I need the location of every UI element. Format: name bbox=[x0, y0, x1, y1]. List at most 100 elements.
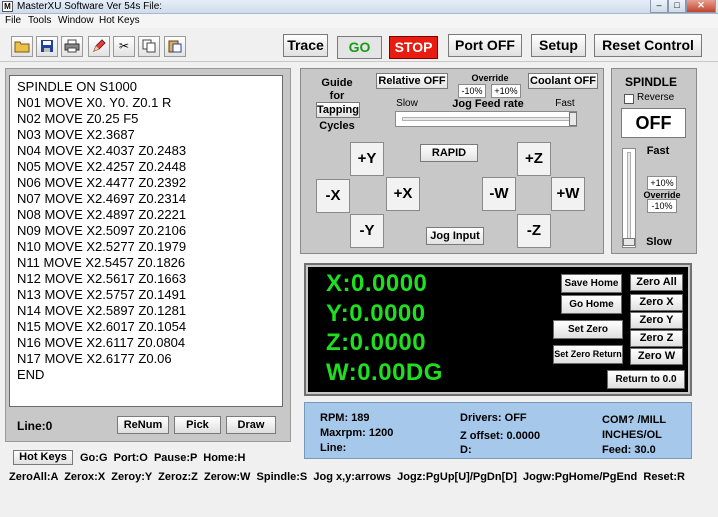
rapid-button[interactable]: RAPID bbox=[420, 144, 478, 162]
zero-z-button[interactable]: Zero Z bbox=[630, 330, 683, 347]
gcode-line: N13 MOVE X2.5757 Z0.1491 bbox=[17, 287, 187, 302]
menu-file[interactable]: File bbox=[5, 14, 21, 28]
gcode-line: N10 MOVE X2.5277 Z0.1979 bbox=[17, 239, 187, 254]
close-button[interactable]: ✕ bbox=[686, 0, 716, 13]
guide-for-label: Guide for bbox=[321, 77, 353, 102]
relative-off-button[interactable]: Relative OFF bbox=[376, 73, 448, 89]
jog-input-button[interactable]: Jog Input bbox=[426, 227, 484, 245]
zero-x-button[interactable]: Zero X bbox=[630, 294, 683, 311]
gcode-line: N16 MOVE X2.6117 Z0.0804 bbox=[17, 335, 186, 350]
gcode-line: N15 MOVE X2.6017 Z0.1054 bbox=[17, 319, 187, 334]
jog-minus-x-button[interactable]: -X bbox=[316, 179, 350, 213]
jog-feed-rate-label: Jog Feed rate bbox=[452, 98, 524, 110]
jog-feed-thumb[interactable] bbox=[569, 112, 577, 126]
spindle-speed-groove bbox=[627, 152, 631, 244]
trace-button[interactable]: Trace bbox=[283, 34, 328, 57]
spindle-minus-10-button[interactable]: -10% bbox=[647, 199, 677, 213]
go-home-button[interactable]: Go Home bbox=[561, 295, 622, 314]
gcode-line: N08 MOVE X2.4897 Z0.2221 bbox=[17, 207, 187, 222]
feed-plus-10-button[interactable]: +10% bbox=[491, 84, 521, 98]
copy-icon[interactable] bbox=[138, 36, 160, 57]
tapping-button[interactable]: Tapping bbox=[316, 102, 360, 118]
jog-minus-w-button[interactable]: -W bbox=[482, 177, 516, 211]
gcode-line: N02 MOVE Z0.25 F5 bbox=[17, 111, 139, 126]
drivers-status: Drivers: OFF bbox=[460, 412, 527, 424]
draw-button[interactable]: Draw bbox=[226, 416, 276, 434]
jog-feed-groove bbox=[402, 117, 570, 121]
toolbar: ✂ Trace GO STOP Port OFF Setup Reset Con… bbox=[0, 30, 718, 62]
units-status: INCHES/OL bbox=[602, 429, 662, 441]
jog-plus-x-button[interactable]: +X bbox=[386, 177, 420, 211]
zero-w-button[interactable]: Zero W bbox=[630, 348, 683, 365]
spindle-off-button[interactable]: OFF bbox=[621, 108, 686, 138]
gcode-line: N14 MOVE X2.5897 Z0.1281 bbox=[17, 303, 187, 318]
save-home-button[interactable]: Save Home bbox=[561, 274, 622, 293]
dro-z-readout: Z:0.0000 bbox=[326, 329, 427, 356]
reset-control-button[interactable]: Reset Control bbox=[594, 34, 702, 57]
open-folder-icon[interactable] bbox=[11, 36, 33, 57]
spindle-plus-10-button[interactable]: +10% bbox=[647, 176, 677, 190]
hot-keys-button[interactable]: Hot Keys bbox=[13, 450, 73, 465]
window-title: MasterXU Software Ver 54s File: bbox=[17, 1, 163, 12]
maximize-button[interactable]: □ bbox=[668, 0, 686, 13]
renum-button[interactable]: ReNum bbox=[117, 416, 169, 434]
spindle-title: SPINDLE bbox=[624, 75, 677, 89]
jog-plus-z-button[interactable]: +Z bbox=[517, 142, 551, 176]
com-status: COM? /MILL bbox=[602, 414, 667, 426]
menu-tools[interactable]: Tools bbox=[28, 14, 51, 28]
rpm-status: RPM: 189 bbox=[320, 412, 370, 424]
gcode-line: N09 MOVE X2.5097 Z0.2106 bbox=[17, 223, 187, 238]
cycles-label: Cycles bbox=[319, 120, 355, 132]
return-to-zero-button[interactable]: Return to 0.0 bbox=[607, 370, 685, 389]
stop-button[interactable]: STOP bbox=[389, 36, 438, 59]
set-zero-return-button[interactable]: Set Zero Return bbox=[553, 345, 623, 364]
coolant-off-button[interactable]: Coolant OFF bbox=[528, 73, 598, 89]
menu-window[interactable]: Window bbox=[58, 14, 94, 28]
jog-plus-y-button[interactable]: +Y bbox=[350, 142, 384, 176]
dro-y-readout: Y:0.0000 bbox=[326, 300, 426, 327]
setup-button[interactable]: Setup bbox=[531, 34, 586, 57]
gcode-line: N12 MOVE X2.5617 Z0.1663 bbox=[17, 271, 187, 286]
feed-status: Feed: 30.0 bbox=[602, 444, 656, 456]
gcode-line: END bbox=[17, 367, 45, 382]
gcode-line: N03 MOVE X2.3687 bbox=[17, 127, 135, 142]
print-icon[interactable] bbox=[61, 36, 83, 57]
spindle-speed-thumb[interactable] bbox=[623, 238, 635, 246]
gcode-line: N07 MOVE X2.4697 Z0.2314 bbox=[17, 191, 187, 206]
line-counter: Line:0 bbox=[17, 419, 53, 433]
minimize-button[interactable]: – bbox=[650, 0, 668, 13]
menu-bar: File Tools Window Hot Keys bbox=[0, 14, 718, 28]
gcode-line: N06 MOVE X2.4477 Z0.2392 bbox=[17, 175, 187, 190]
feed-minus-10-button[interactable]: -10% bbox=[458, 84, 486, 98]
menu-hot-keys[interactable]: Hot Keys bbox=[99, 14, 140, 28]
gcode-line: N11 MOVE X2.5457 Z0.1826 bbox=[17, 255, 186, 270]
pick-button[interactable]: Pick bbox=[174, 416, 221, 434]
d-status: D: bbox=[460, 444, 472, 456]
jog-minus-z-button[interactable]: -Z bbox=[517, 214, 551, 248]
paste-icon[interactable] bbox=[164, 36, 186, 57]
gcode-line: N04 MOVE X2.4037 Z0.2483 bbox=[17, 143, 187, 158]
spindle-fast-label: Fast bbox=[646, 145, 670, 157]
zero-y-button[interactable]: Zero Y bbox=[630, 312, 683, 329]
fast-label: Fast bbox=[555, 98, 575, 109]
jog-plus-w-button[interactable]: +W bbox=[551, 177, 585, 211]
jog-minus-y-button[interactable]: -Y bbox=[350, 214, 384, 248]
hotkeys-secondary-text: ZeroAll:A Zerox:X Zeroy:Y Zeroz:Z Zerow:… bbox=[9, 471, 685, 483]
save-icon[interactable] bbox=[36, 36, 58, 57]
edit-icon[interactable] bbox=[88, 36, 110, 57]
gcode-editor[interactable]: SPINDLE ON S1000 N01 MOVE X0. Y0. Z0.1 RN… bbox=[9, 75, 283, 407]
reverse-checkbox[interactable] bbox=[624, 94, 634, 104]
z-offset-status: Z offset: 0.0000 bbox=[460, 430, 541, 442]
zero-all-button[interactable]: Zero All bbox=[630, 274, 683, 291]
port-off-button[interactable]: Port OFF bbox=[448, 34, 522, 57]
line-status: Line: bbox=[320, 442, 347, 454]
reverse-label: Reverse bbox=[637, 92, 675, 103]
cut-icon[interactable]: ✂ bbox=[113, 36, 135, 57]
maxrpm-status: Maxrpm: 1200 bbox=[320, 427, 394, 439]
hotkeys-primary-text: Go:G Port:O Pause:P Home:H bbox=[80, 452, 246, 464]
slow-label: Slow bbox=[396, 98, 418, 109]
gcode-line: SPINDLE ON S1000 bbox=[17, 79, 137, 94]
go-button[interactable]: GO bbox=[337, 36, 382, 59]
gcode-line: N05 MOVE X2.4257 Z0.2448 bbox=[17, 159, 187, 174]
set-zero-button[interactable]: Set Zero bbox=[553, 320, 623, 339]
